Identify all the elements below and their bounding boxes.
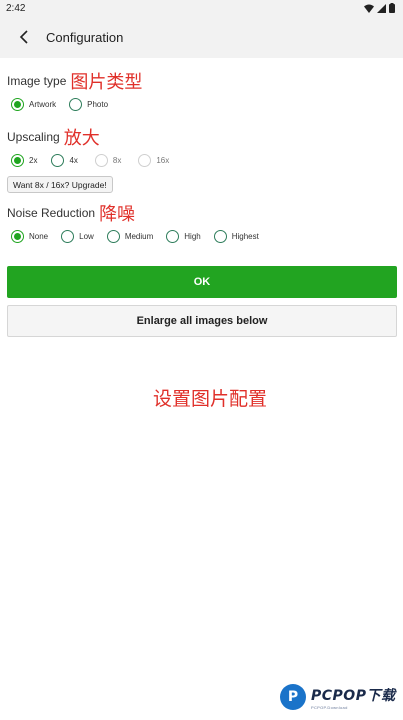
page-title: Configuration — [46, 29, 124, 45]
status-time: 2:42 — [6, 2, 26, 14]
upscaling-section: Upscaling 放大 2x 4x 8x 16x Want 8x / 16x?… — [0, 126, 403, 193]
noise-reduction-annotation: 降噪 — [99, 204, 136, 225]
radio-circle — [166, 229, 180, 243]
caption-annotation: 设置图片配置 — [152, 388, 267, 410]
radio-circle-checked — [11, 153, 24, 167]
watermark-text: PCPOP下载 — [311, 687, 396, 704]
watermark-logo-icon: P — [280, 684, 306, 710]
radio-medium[interactable]: Medium — [106, 229, 154, 243]
noise-reduction-section: Noise Reduction 降噪 None Low Medium High … — [0, 202, 403, 248]
radio-circle — [61, 229, 75, 243]
wifi-icon — [364, 4, 374, 13]
radio-artwork-label: Artwork — [29, 99, 57, 109]
radio-low[interactable]: Low — [61, 229, 94, 243]
radio-2x[interactable]: 2x — [11, 153, 38, 167]
radio-8x[interactable]: 8x — [94, 153, 122, 167]
status-bar: 2:42 — [0, 0, 403, 16]
radio-circle-disabled — [94, 153, 108, 167]
radio-none[interactable]: None — [11, 229, 49, 243]
noise-reduction-radio-group: None Low Medium High Highest — [7, 224, 403, 248]
radio-photo-label: Photo — [87, 99, 109, 109]
app-bar: Configuration — [0, 16, 403, 58]
radio-low-label: Low — [79, 231, 94, 241]
image-type-radio-group: Artwork Photo — [7, 92, 403, 116]
battery-icon — [389, 3, 395, 13]
radio-4x[interactable]: 4x — [51, 153, 78, 167]
radio-circle — [106, 229, 120, 243]
radio-photo[interactable]: Photo — [69, 97, 109, 111]
status-icons — [364, 3, 395, 13]
radio-circle — [51, 153, 65, 167]
radio-circle — [213, 229, 227, 243]
radio-circle — [69, 97, 83, 111]
upgrade-button[interactable]: Want 8x / 16x? Upgrade! — [7, 176, 113, 193]
upscaling-annotation: 放大 — [63, 128, 100, 149]
radio-none-label: None — [29, 231, 49, 241]
radio-highest-label: Highest — [231, 231, 259, 241]
image-type-section: Image type 图片类型 Artwork Photo — [0, 70, 403, 116]
radio-16x[interactable]: 16x — [138, 153, 170, 167]
noise-reduction-label: Noise Reduction — [7, 206, 96, 220]
image-type-annotation: 图片类型 — [70, 72, 143, 93]
radio-medium-label: Medium — [124, 231, 154, 241]
back-button[interactable] — [14, 25, 34, 49]
image-type-label: Image type — [7, 74, 67, 88]
radio-artwork[interactable]: Artwork — [11, 97, 57, 111]
radio-high[interactable]: High — [166, 229, 201, 243]
ok-button[interactable]: OK — [7, 266, 397, 298]
upscaling-label: Upscaling — [7, 130, 60, 144]
radio-8x-label: 8x — [112, 155, 122, 165]
radio-circle-checked — [11, 229, 24, 243]
watermark-subtext: PCPOP.Download — [311, 704, 348, 710]
radio-circle-checked — [11, 97, 24, 111]
signal-icon — [377, 3, 386, 13]
enlarge-all-button[interactable]: Enlarge all images below — [7, 305, 397, 337]
radio-highest[interactable]: Highest — [213, 229, 259, 243]
radio-high-label: High — [184, 231, 201, 241]
radio-4x-label: 4x — [69, 155, 78, 165]
watermark: P PCPOP下载 PCPOP.Download — [280, 684, 395, 710]
upscaling-radio-group: 2x 4x 8x 16x — [7, 148, 403, 172]
radio-16x-label: 16x — [156, 155, 170, 165]
back-arrow-icon — [19, 30, 28, 44]
radio-2x-label: 2x — [29, 155, 38, 165]
radio-circle-disabled — [138, 153, 152, 167]
